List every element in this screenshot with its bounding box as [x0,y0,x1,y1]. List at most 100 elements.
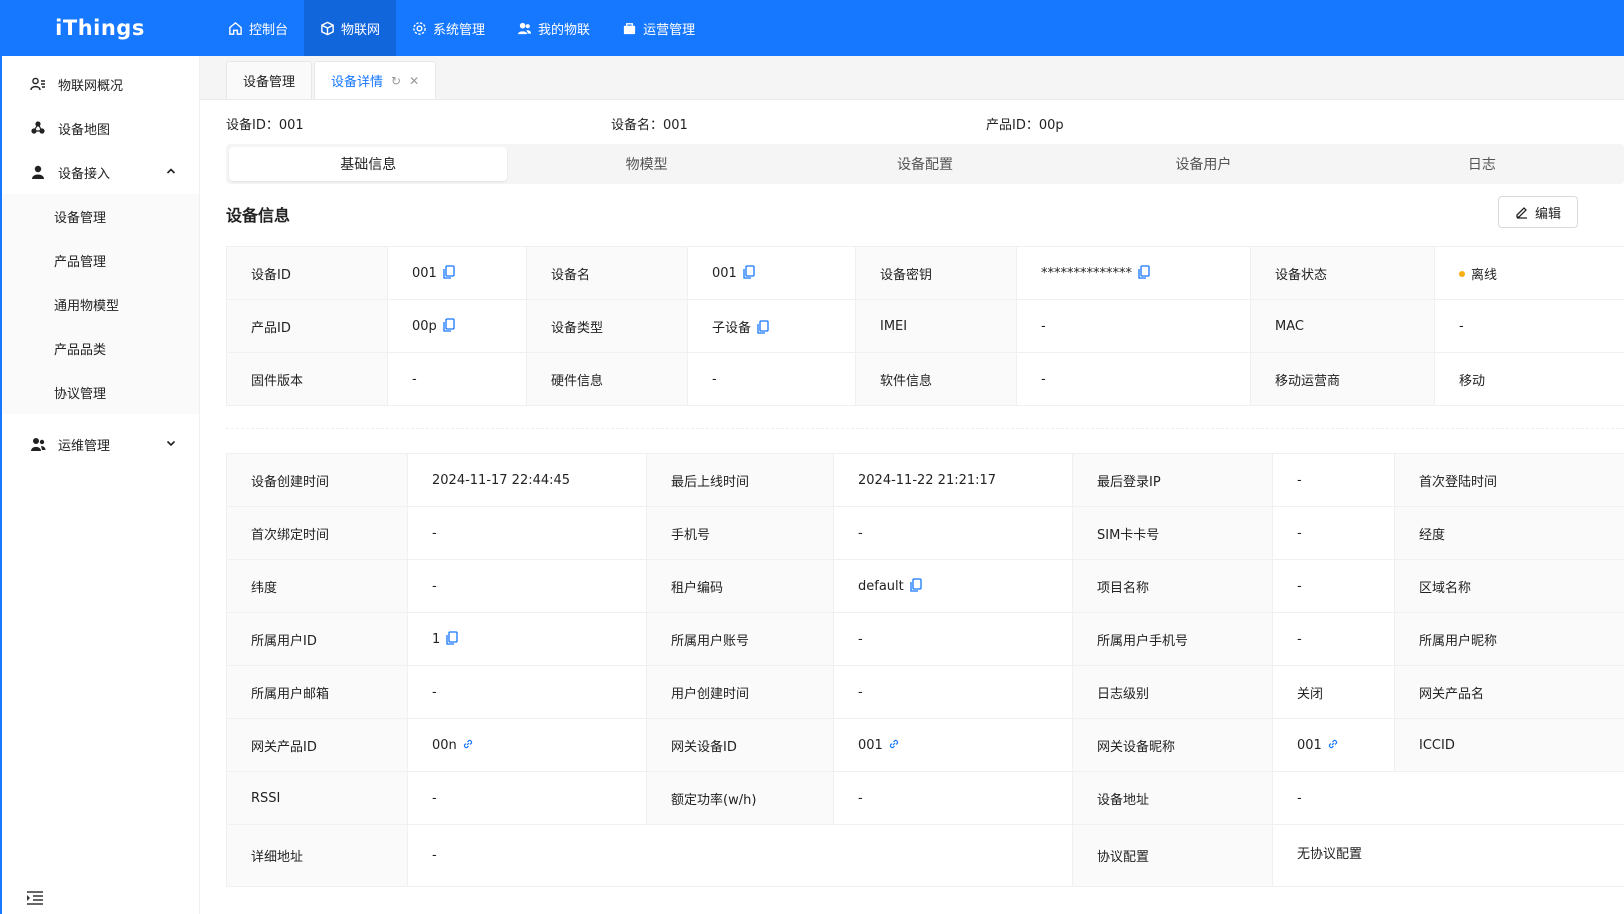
app-logo[interactable]: iThings [0,16,200,40]
close-icon[interactable]: ✕ [409,74,419,88]
gear-icon [413,21,426,35]
value-device-name: 001 [687,246,856,300]
cluster-icon [31,121,45,134]
label-hardware: 硬件信息 [526,352,688,406]
value-software: - [1016,352,1251,406]
tab-label: 设备管理 [243,75,296,90]
status-badge: 离线 [1471,267,1498,283]
copy-icon[interactable] [443,265,455,279]
label-sim: SIM卡卡号 [1072,506,1273,560]
topnav-label: 系统管理 [433,22,486,38]
label-device-address: 设备地址 [1072,771,1273,825]
value-tenant: default [833,559,1073,613]
link-icon[interactable] [888,738,900,750]
refresh-icon[interactable]: ↻ [391,74,401,88]
label-user-nickname: 所属用户昵称 [1394,612,1624,666]
copy-icon[interactable] [443,318,455,332]
table-row: 首次绑定时间 - 手机号 - SIM卡卡号 - 经度 [226,506,1624,560]
label-first-bind: 首次绑定时间 [226,506,408,560]
submenu-product-management[interactable]: 产品管理 [2,238,199,282]
value-gateway-product-id: 00n [407,718,647,772]
user-list-icon [30,77,45,91]
copy-icon[interactable] [910,578,922,592]
submenu-label: 设备管理 [54,210,107,226]
sidebar-item-label: 设备接入 [58,166,111,182]
device-access-submenu: 设备管理 产品管理 通用物模型 产品品类 协议管理 [2,194,199,414]
label-gateway-product-id: 网关产品ID [226,718,408,772]
value-hardware: - [687,352,856,406]
tab-label: 设备用户 [1175,157,1232,173]
tab-label: 设备详情 [331,75,384,90]
sidebar-item-device-access[interactable]: 设备接入 [2,150,199,194]
submenu-product-category[interactable]: 产品品类 [2,326,199,370]
topnav-label: 物联网 [341,22,381,38]
value-text: 001 [1297,737,1322,753]
label-imei: IMEI [855,299,1017,353]
topnav-console[interactable]: 控制台 [212,0,304,56]
edit-button[interactable]: 编辑 [1498,196,1578,228]
label-gateway-product-name: 网关产品名 [1394,665,1624,719]
main-content: 设备管理 设备详情 ↻ ✕ 设备ID：001 设备名：001 产品ID：00p … [200,56,1624,914]
copy-icon[interactable] [757,319,769,334]
chevron-up-icon [166,168,176,174]
device-info-table: 设备ID 001 设备名 001 设备密钥 ************** 设备状… [226,246,1624,406]
submenu-protocol-management[interactable]: 协议管理 [2,370,199,414]
sidebar-item-map[interactable]: 设备地图 [2,106,199,150]
label-log-level: 日志级别 [1072,665,1273,719]
label-rated-power: 额定功率(w/h) [646,771,834,825]
label-software: 软件信息 [855,352,1017,406]
topnav-my-iot[interactable]: 我的物联 [501,0,606,56]
tab-logs[interactable]: 日志 [1343,147,1621,181]
sidebar-item-overview[interactable]: 物联网概况 [2,62,199,106]
topnav-system[interactable]: 系统管理 [396,0,501,56]
link-icon[interactable] [462,738,474,750]
label-iccid: ICCID [1394,718,1624,772]
value-device-secret: ************** [1016,246,1251,300]
sidebar-item-label: 物联网概况 [58,78,124,94]
value-detail-address: - [407,824,1073,887]
menu-collapse-icon[interactable] [26,890,44,906]
label-device-secret: 设备密钥 [855,246,1017,300]
value-last-online: 2024-11-22 21:21:17 [833,453,1073,507]
label-user-created: 用户创建时间 [646,665,834,719]
tab-device-users[interactable]: 设备用户 [1064,147,1342,181]
bag-icon [623,22,636,34]
topnav-iot[interactable]: 物联网 [304,0,397,56]
value-log-level: 关闭 [1272,665,1395,719]
copy-icon[interactable] [446,631,458,645]
tab-device-config[interactable]: 设备配置 [786,147,1064,181]
tab-device-management[interactable]: 设备管理 [226,61,313,99]
topnav-operations[interactable]: 运营管理 [606,0,711,56]
value-firmware: - [387,352,527,406]
tab-thing-model[interactable]: 物模型 [507,147,785,181]
edit-icon [1516,207,1527,219]
value-text: 001 [712,266,737,281]
tab-basic-info[interactable]: 基础信息 [229,147,508,181]
label-latitude: 纬度 [226,559,408,613]
sidebar-item-ops[interactable]: 运维管理 [2,422,199,466]
submenu-label: 协议管理 [54,386,107,402]
page-tabs: 设备管理 设备详情 ↻ ✕ [200,56,1624,100]
table-row: 固件版本 - 硬件信息 - 软件信息 - 移动运营商 移动 [226,352,1624,406]
value-sim: - [1272,506,1395,560]
submenu-common-model[interactable]: 通用物模型 [2,282,199,326]
tab-label: 日志 [1467,157,1496,173]
copy-icon[interactable] [1138,265,1150,279]
link-icon[interactable] [1327,738,1339,750]
table-row: 纬度 - 租户编码 default 项目名称 - 区域名称 [226,559,1624,613]
value-device-address: - [1272,771,1624,825]
table-row: 网关产品ID 00n 网关设备ID 001 网关设备昵称 001 ICCID [226,718,1624,772]
table-row: 所属用户ID 1 所属用户账号 - 所属用户手机号 - 所属用户昵称 [226,612,1624,666]
table-row: RSSI - 额定功率(w/h) - 设备地址 - [226,771,1624,825]
label-user-id: 所属用户ID [226,612,408,666]
value-user-id: 1 [407,612,647,666]
submenu-device-management[interactable]: 设备管理 [2,194,199,238]
tab-device-detail[interactable]: 设备详情 ↻ ✕ [314,61,437,99]
tab-label: 设备配置 [897,157,954,173]
table-row: 设备创建时间 2024-11-17 22:44:45 最后上线时间 2024-1… [226,453,1624,507]
divider [226,428,1624,429]
users-icon [517,22,532,34]
copy-icon[interactable] [743,265,755,279]
team-icon [31,438,46,451]
label-created: 设备创建时间 [226,453,408,507]
